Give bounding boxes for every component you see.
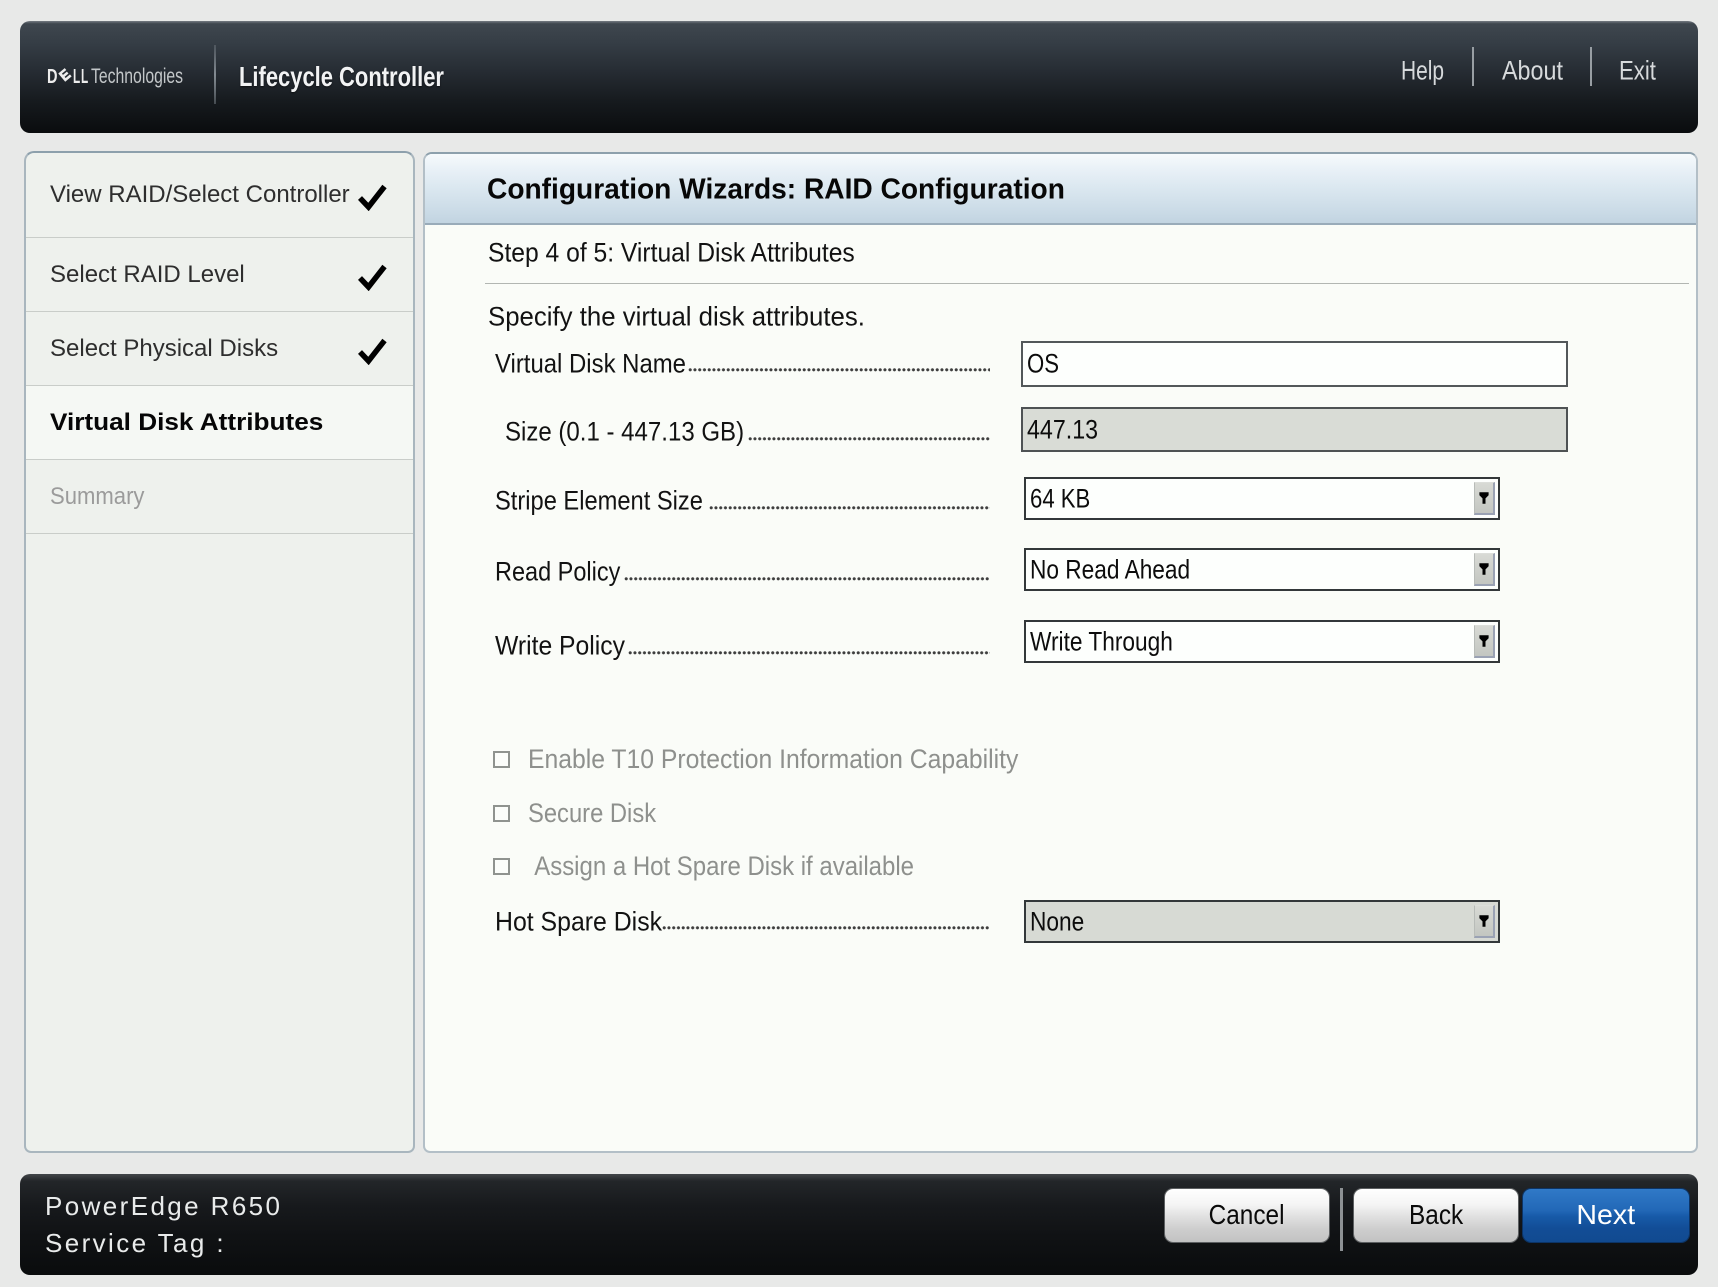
svg-text:D: D <box>47 66 58 88</box>
svg-text:Technologies: Technologies <box>91 65 183 88</box>
svg-text:L: L <box>73 66 80 88</box>
svg-text:L: L <box>81 66 88 88</box>
